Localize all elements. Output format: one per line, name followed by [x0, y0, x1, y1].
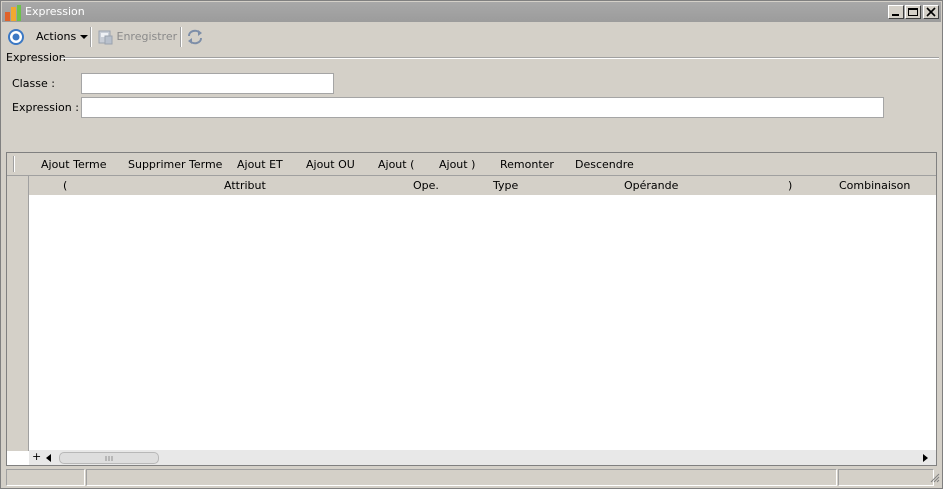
grid-toolbar-grip	[13, 156, 15, 172]
chevron-down-icon	[79, 35, 88, 39]
resize-grip-icon[interactable]	[930, 473, 940, 486]
add-open-paren-button[interactable]: Ajout (	[378, 158, 414, 171]
grid-toolbar: Ajout Terme Supprimer Terme Ajout ET Ajo…	[7, 153, 936, 176]
window-title: Expression	[25, 5, 85, 18]
add-row-icon[interactable]: +	[32, 450, 41, 463]
title-bar[interactable]: Expression	[2, 2, 941, 22]
column-open-paren[interactable]: (	[63, 179, 67, 192]
status-panel	[838, 469, 934, 486]
scroll-right-icon[interactable]	[923, 453, 929, 466]
group-label: Expression	[6, 51, 66, 64]
column-ope[interactable]: Ope.	[413, 179, 439, 192]
maximize-icon[interactable]	[905, 5, 921, 19]
add-or-button[interactable]: Ajout OU	[306, 158, 355, 171]
classe-field[interactable]	[81, 73, 334, 94]
status-bar	[6, 469, 940, 486]
radio-target-icon[interactable]	[7, 28, 25, 46]
horizontal-scrollbar[interactable]: +	[29, 450, 936, 465]
minimize-icon[interactable]	[888, 5, 904, 19]
add-close-paren-button[interactable]: Ajout )	[439, 158, 475, 171]
actions-menu-button[interactable]: Actions	[36, 28, 88, 46]
grid-header: ( Attribut Ope. Type Opérande ) Combinai…	[29, 176, 936, 195]
status-panel	[6, 469, 85, 486]
expression-grid: Ajout Terme Supprimer Terme Ajout ET Ajo…	[6, 152, 937, 466]
remove-term-button[interactable]: Supprimer Terme	[128, 158, 222, 171]
expression-field[interactable]	[81, 97, 884, 118]
save-button[interactable]: Enregistrer	[97, 28, 177, 46]
refresh-icon[interactable]	[186, 28, 204, 46]
toolbar-separator	[90, 27, 92, 47]
add-term-button[interactable]: Ajout Terme	[41, 158, 107, 171]
status-panel	[86, 469, 837, 486]
scroll-left-icon[interactable]	[46, 453, 52, 466]
move-down-button[interactable]: Descendre	[575, 158, 634, 171]
expression-window: Expression Actions Enregistrer Expressio…	[0, 0, 943, 489]
scroll-thumb[interactable]	[59, 452, 159, 464]
expression-label: Expression :	[12, 101, 79, 114]
column-combinaison[interactable]: Combinaison	[839, 179, 910, 192]
add-and-button[interactable]: Ajout ET	[237, 158, 283, 171]
column-close-paren[interactable]: )	[788, 179, 792, 192]
column-type[interactable]: Type	[493, 179, 518, 192]
actions-label: Actions	[36, 30, 77, 43]
move-up-button[interactable]: Remonter	[500, 158, 554, 171]
main-toolbar: Actions Enregistrer	[2, 23, 941, 51]
app-icon	[5, 5, 21, 21]
save-icon	[98, 30, 113, 45]
column-attribut[interactable]: Attribut	[224, 179, 266, 192]
column-operande[interactable]: Opérande	[624, 179, 678, 192]
close-icon[interactable]	[923, 5, 939, 19]
classe-label: Classe :	[12, 77, 55, 90]
toolbar-separator	[180, 27, 182, 47]
row-selector-column	[7, 176, 29, 451]
save-label: Enregistrer	[116, 30, 178, 43]
group-divider	[61, 57, 939, 59]
